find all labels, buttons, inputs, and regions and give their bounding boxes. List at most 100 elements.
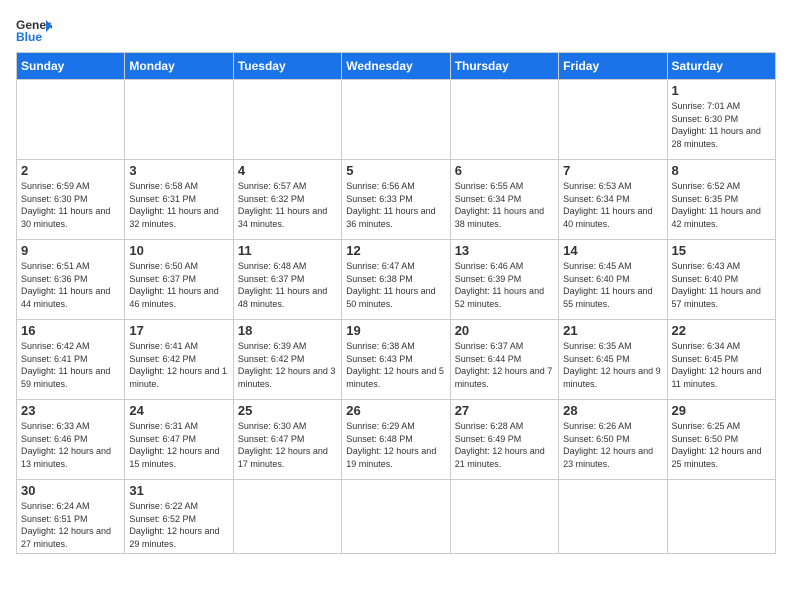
calendar-cell	[450, 480, 558, 554]
day-number: 10	[129, 243, 228, 258]
cell-info: Sunrise: 6:58 AM Sunset: 6:31 PM Dayligh…	[129, 180, 228, 230]
weekday-header-thursday: Thursday	[450, 53, 558, 80]
day-number: 21	[563, 323, 662, 338]
logo-icon: GeneralBlue	[16, 16, 52, 46]
cell-info: Sunrise: 6:46 AM Sunset: 6:39 PM Dayligh…	[455, 260, 554, 310]
calendar-cell	[559, 80, 667, 160]
calendar-cell	[125, 80, 233, 160]
day-number: 13	[455, 243, 554, 258]
calendar-cell: 9 Sunrise: 6:51 AM Sunset: 6:36 PM Daylig…	[17, 240, 125, 320]
calendar-cell: 23 Sunrise: 6:33 AM Sunset: 6:46 PM Dayli…	[17, 400, 125, 480]
day-number: 25	[238, 403, 337, 418]
calendar-week-row-1: 2Sunrise: 6:59 AM Sunset: 6:30 PM Daylig…	[17, 160, 776, 240]
day-number: 29	[672, 403, 771, 418]
cell-info: Sunrise: 6:53 AM Sunset: 6:34 PM Dayligh…	[563, 180, 662, 230]
page-header: GeneralBlue	[16, 16, 776, 46]
calendar-cell	[17, 80, 125, 160]
calendar-cell	[342, 480, 450, 554]
calendar-cell: 21 Sunrise: 6:35 AM Sunset: 6:45 PM Dayli…	[559, 320, 667, 400]
calendar-cell: 4 Sunrise: 6:57 AM Sunset: 6:32 PM Daylig…	[233, 160, 341, 240]
cell-info: Sunrise: 6:47 AM Sunset: 6:38 PM Dayligh…	[346, 260, 445, 310]
day-number: 20	[455, 323, 554, 338]
day-number: 6	[455, 163, 554, 178]
cell-info: Sunrise: 6:37 AM Sunset: 6:44 PM Dayligh…	[455, 340, 554, 390]
calendar-cell: 25Sunrise: 6:30 AM Sunset: 6:47 PM Dayli…	[233, 400, 341, 480]
calendar-week-row-2: 9 Sunrise: 6:51 AM Sunset: 6:36 PM Daylig…	[17, 240, 776, 320]
cell-info: Sunrise: 6:45 AM Sunset: 6:40 PM Dayligh…	[563, 260, 662, 310]
calendar-cell	[233, 80, 341, 160]
day-number: 18	[238, 323, 337, 338]
day-number: 9	[21, 243, 120, 258]
calendar-cell: 6Sunrise: 6:55 AM Sunset: 6:34 PM Daylig…	[450, 160, 558, 240]
cell-info: Sunrise: 6:42 AM Sunset: 6:41 PM Dayligh…	[21, 340, 120, 390]
calendar-cell: 24 Sunrise: 6:31 AM Sunset: 6:47 PM Dayli…	[125, 400, 233, 480]
calendar-week-row-4: 23 Sunrise: 6:33 AM Sunset: 6:46 PM Dayli…	[17, 400, 776, 480]
day-number: 27	[455, 403, 554, 418]
day-number: 14	[563, 243, 662, 258]
weekday-header-tuesday: Tuesday	[233, 53, 341, 80]
cell-info: Sunrise: 6:28 AM Sunset: 6:49 PM Dayligh…	[455, 420, 554, 470]
cell-info: Sunrise: 6:22 AM Sunset: 6:52 PM Dayligh…	[129, 500, 228, 550]
calendar-cell: 29 Sunrise: 6:25 AM Sunset: 6:50 PM Dayli…	[667, 400, 775, 480]
calendar-cell: 5 Sunrise: 6:56 AM Sunset: 6:33 PM Daylig…	[342, 160, 450, 240]
day-number: 4	[238, 163, 337, 178]
day-number: 1	[672, 83, 771, 98]
calendar-cell	[450, 80, 558, 160]
weekday-header-friday: Friday	[559, 53, 667, 80]
day-number: 19	[346, 323, 445, 338]
cell-info: Sunrise: 6:56 AM Sunset: 6:33 PM Dayligh…	[346, 180, 445, 230]
calendar-cell: 8Sunrise: 6:52 AM Sunset: 6:35 PM Daylig…	[667, 160, 775, 240]
day-number: 26	[346, 403, 445, 418]
cell-info: Sunrise: 6:25 AM Sunset: 6:50 PM Dayligh…	[672, 420, 771, 470]
cell-info: Sunrise: 6:57 AM Sunset: 6:32 PM Dayligh…	[238, 180, 337, 230]
calendar-cell: 17 Sunrise: 6:41 AM Sunset: 6:42 PM Dayli…	[125, 320, 233, 400]
calendar-cell: 19 Sunrise: 6:38 AM Sunset: 6:43 PM Dayli…	[342, 320, 450, 400]
calendar-cell: 10 Sunrise: 6:50 AM Sunset: 6:37 PM Dayli…	[125, 240, 233, 320]
day-number: 28	[563, 403, 662, 418]
svg-text:Blue: Blue	[16, 30, 42, 44]
day-number: 22	[672, 323, 771, 338]
day-number: 7	[563, 163, 662, 178]
calendar-week-row-5: 30 Sunrise: 6:24 AM Sunset: 6:51 PM Dayli…	[17, 480, 776, 554]
day-number: 12	[346, 243, 445, 258]
weekday-header-monday: Monday	[125, 53, 233, 80]
calendar-cell: 22 Sunrise: 6:34 AM Sunset: 6:45 PM Dayli…	[667, 320, 775, 400]
calendar-week-row-3: 16 Sunrise: 6:42 AM Sunset: 6:41 PM Dayli…	[17, 320, 776, 400]
calendar-cell	[559, 480, 667, 554]
cell-info: Sunrise: 6:34 AM Sunset: 6:45 PM Dayligh…	[672, 340, 771, 390]
cell-info: Sunrise: 6:51 AM Sunset: 6:36 PM Dayligh…	[21, 260, 120, 310]
cell-info: Sunrise: 6:48 AM Sunset: 6:37 PM Dayligh…	[238, 260, 337, 310]
calendar-cell: 12 Sunrise: 6:47 AM Sunset: 6:38 PM Dayli…	[342, 240, 450, 320]
cell-info: Sunrise: 6:29 AM Sunset: 6:48 PM Dayligh…	[346, 420, 445, 470]
day-number: 23	[21, 403, 120, 418]
calendar-cell: 14 Sunrise: 6:45 AM Sunset: 6:40 PM Dayli…	[559, 240, 667, 320]
day-number: 3	[129, 163, 228, 178]
day-number: 5	[346, 163, 445, 178]
calendar-table: SundayMondayTuesdayWednesdayThursdayFrid…	[16, 52, 776, 554]
cell-info: Sunrise: 6:35 AM Sunset: 6:45 PM Dayligh…	[563, 340, 662, 390]
cell-info: Sunrise: 6:31 AM Sunset: 6:47 PM Dayligh…	[129, 420, 228, 470]
calendar-cell: 27 Sunrise: 6:28 AM Sunset: 6:49 PM Dayli…	[450, 400, 558, 480]
day-number: 30	[21, 483, 120, 498]
cell-info: Sunrise: 6:24 AM Sunset: 6:51 PM Dayligh…	[21, 500, 120, 550]
calendar-cell: 7 Sunrise: 6:53 AM Sunset: 6:34 PM Daylig…	[559, 160, 667, 240]
calendar-cell: 2Sunrise: 6:59 AM Sunset: 6:30 PM Daylig…	[17, 160, 125, 240]
day-number: 24	[129, 403, 228, 418]
cell-info: Sunrise: 6:38 AM Sunset: 6:43 PM Dayligh…	[346, 340, 445, 390]
calendar-cell: 20 Sunrise: 6:37 AM Sunset: 6:44 PM Dayli…	[450, 320, 558, 400]
calendar-cell	[667, 480, 775, 554]
cell-info: Sunrise: 6:41 AM Sunset: 6:42 PM Dayligh…	[129, 340, 228, 390]
weekday-header-saturday: Saturday	[667, 53, 775, 80]
calendar-cell: 1 Sunrise: 7:01 AM Sunset: 6:30 PM Daylig…	[667, 80, 775, 160]
weekday-header-sunday: Sunday	[17, 53, 125, 80]
calendar-week-row-0: 1 Sunrise: 7:01 AM Sunset: 6:30 PM Daylig…	[17, 80, 776, 160]
calendar-cell: 15Sunrise: 6:43 AM Sunset: 6:40 PM Dayli…	[667, 240, 775, 320]
day-number: 11	[238, 243, 337, 258]
cell-info: Sunrise: 7:01 AM Sunset: 6:30 PM Dayligh…	[672, 100, 771, 150]
cell-info: Sunrise: 6:33 AM Sunset: 6:46 PM Dayligh…	[21, 420, 120, 470]
calendar-cell: 3 Sunrise: 6:58 AM Sunset: 6:31 PM Daylig…	[125, 160, 233, 240]
day-number: 17	[129, 323, 228, 338]
calendar-cell: 28Sunrise: 6:26 AM Sunset: 6:50 PM Dayli…	[559, 400, 667, 480]
day-number: 16	[21, 323, 120, 338]
cell-info: Sunrise: 6:50 AM Sunset: 6:37 PM Dayligh…	[129, 260, 228, 310]
